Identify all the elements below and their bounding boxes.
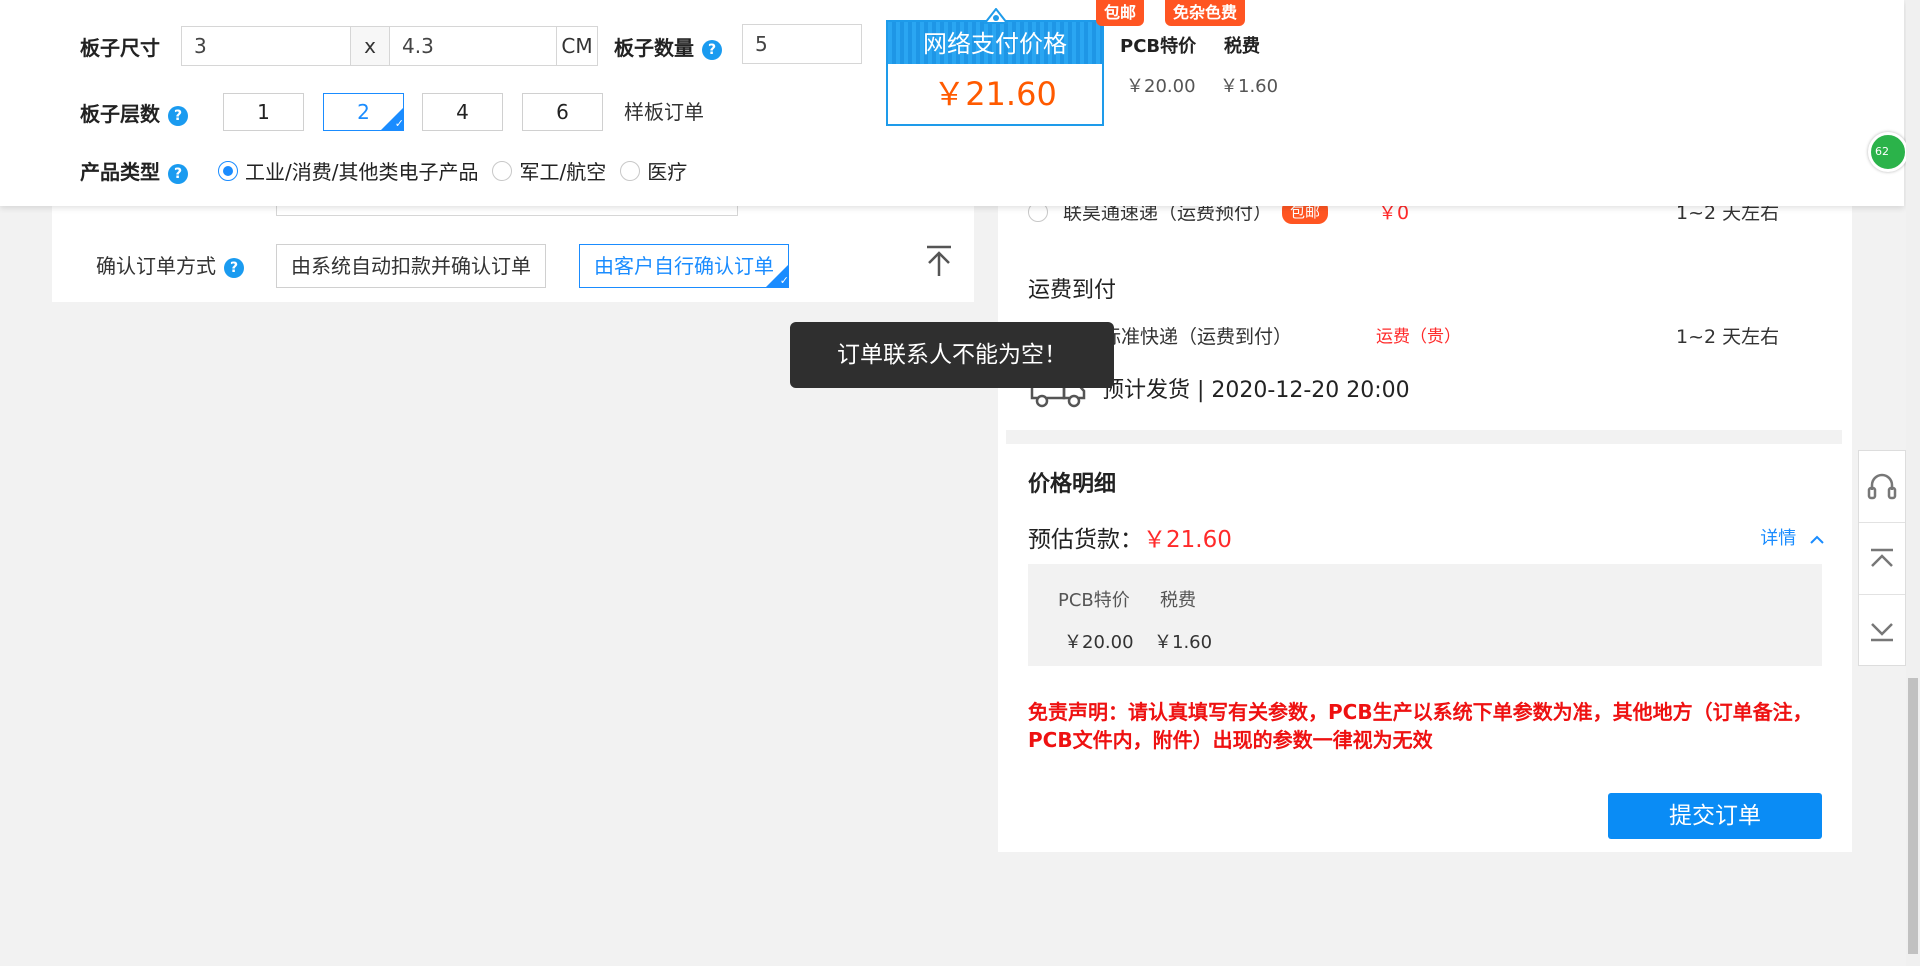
board-quantity-label: 板子数量? xyxy=(614,32,722,61)
online-payment-amount: ￥21.60 xyxy=(933,75,1057,113)
free-color-fee-tag: 免杂色费 xyxy=(1165,0,1246,26)
confirm-option-manual[interactable]: 由客户自行确认订单 xyxy=(579,244,789,288)
radio-unchecked[interactable] xyxy=(492,160,513,181)
scrollbar-thumb[interactable] xyxy=(1908,678,1918,954)
hanger-icon xyxy=(984,8,1008,24)
pcb-special-price: PCB特价 ￥20.00 xyxy=(1120,36,1197,97)
unit-label: CM xyxy=(556,26,598,66)
radio-unchecked[interactable] xyxy=(620,160,641,181)
price-breakdown-box: PCB特价 ￥20.00 税费 ￥1.60 xyxy=(1028,564,1822,666)
board-quantity-input[interactable]: 5 xyxy=(742,24,862,64)
product-type-label: 产品类型? xyxy=(80,156,188,185)
scroll-bottom-icon xyxy=(1871,623,1893,642)
error-toast: 订单联系人不能为空！ xyxy=(790,322,1114,388)
collect-price: 运费（贵） xyxy=(1376,327,1461,347)
free-shipping-tag: 包邮 xyxy=(1096,0,1145,26)
online-payment-title: 网络支付价格 xyxy=(888,22,1102,64)
disclaimer-text: 免责声明：请认真填写有关参数，PCB生产以系统下单参数为准，其他地方（订单备注，… xyxy=(1028,700,1813,752)
help-icon[interactable]: ? xyxy=(168,105,188,126)
help-icon[interactable]: ? xyxy=(702,39,722,60)
layer-option-1[interactable]: 1 xyxy=(223,93,304,131)
board-size-label: 板子尺寸 xyxy=(80,36,160,60)
selected-check-icon xyxy=(381,108,404,130)
scroll-bottom-button[interactable] xyxy=(1859,595,1905,667)
floating-badge-icon[interactable]: 62 xyxy=(1868,132,1908,172)
price-detail-toggle[interactable]: 详情 xyxy=(1760,524,1824,550)
product-type-military[interactable]: 军工/航空 xyxy=(492,156,606,185)
board-height-input[interactable]: 4.3 xyxy=(389,26,557,66)
scroll-top-icon xyxy=(1871,548,1893,567)
tax-column: 税费 ￥1.60 xyxy=(1154,590,1213,653)
back-to-top-icon[interactable] xyxy=(924,244,954,278)
price-detail-title: 价格明细 xyxy=(1028,472,1117,497)
pcb-price-column: PCB特价 ￥20.00 xyxy=(1058,590,1134,653)
selected-check-icon xyxy=(766,265,789,287)
board-layers-label: 板子层数? xyxy=(80,98,188,127)
collect-time: 1~2 天左右 xyxy=(1676,326,1780,348)
floating-toolbar xyxy=(1858,450,1906,666)
freight-collect-title: 运费到付 xyxy=(1028,278,1117,303)
pcb-config-bar: 板子尺寸 3 x 4.3 CM 板子数量? 5 板子层数? 1 2 4 6 样板… xyxy=(0,0,1908,206)
sample-order-label: 样板订单 xyxy=(624,100,704,124)
chevron-up-icon xyxy=(1810,535,1824,544)
shipping-price-panel: 联昊通速递（运费预付） 包邮 ￥0 1~2 天左右 运费到付 顺丰标准快递（运费… xyxy=(998,190,1852,852)
radio-checked[interactable] xyxy=(218,160,238,181)
product-type-row: 产品类型? 工业/消费/其他类电子产品 军工/航空 医疗 xyxy=(80,156,701,185)
scroll-top-button[interactable] xyxy=(1859,523,1905,595)
tax-fee: 税费 ￥1.60 xyxy=(1220,36,1279,97)
help-icon[interactable]: ? xyxy=(224,257,244,278)
submit-order-button[interactable]: 提交订单 xyxy=(1608,793,1822,839)
order-confirm-panel: 确认订单方式? 由系统自动扣款并确认订单 由客户自行确认订单 xyxy=(52,190,974,302)
product-type-industrial[interactable]: 工业/消费/其他类电子产品 xyxy=(218,156,478,185)
estimated-payment-value: ￥21.60 xyxy=(1143,527,1232,553)
headset-icon xyxy=(1867,473,1897,499)
confirm-option-auto[interactable]: 由系统自动扣款并确认订单 xyxy=(276,244,546,288)
times-separator: x xyxy=(350,26,390,66)
product-type-medical[interactable]: 医疗 xyxy=(620,156,687,185)
confirm-method-label: 确认订单方式? xyxy=(96,250,244,279)
layer-option-6[interactable]: 6 xyxy=(522,93,603,131)
confirm-option-manual-label: 由客户自行确认订单 xyxy=(594,254,774,278)
help-icon[interactable]: ? xyxy=(168,163,188,184)
layer-option-4[interactable]: 4 xyxy=(422,93,503,131)
layer-option-2[interactable]: 2 xyxy=(323,93,404,131)
estimated-payment: 预估货款：￥21.60 xyxy=(1028,527,1232,553)
board-width-input[interactable]: 3 xyxy=(181,26,351,66)
customer-service-button[interactable] xyxy=(1859,451,1905,523)
online-payment-price-box: 网络支付价格 ￥21.60 xyxy=(886,8,1104,126)
section-divider xyxy=(1006,430,1842,444)
